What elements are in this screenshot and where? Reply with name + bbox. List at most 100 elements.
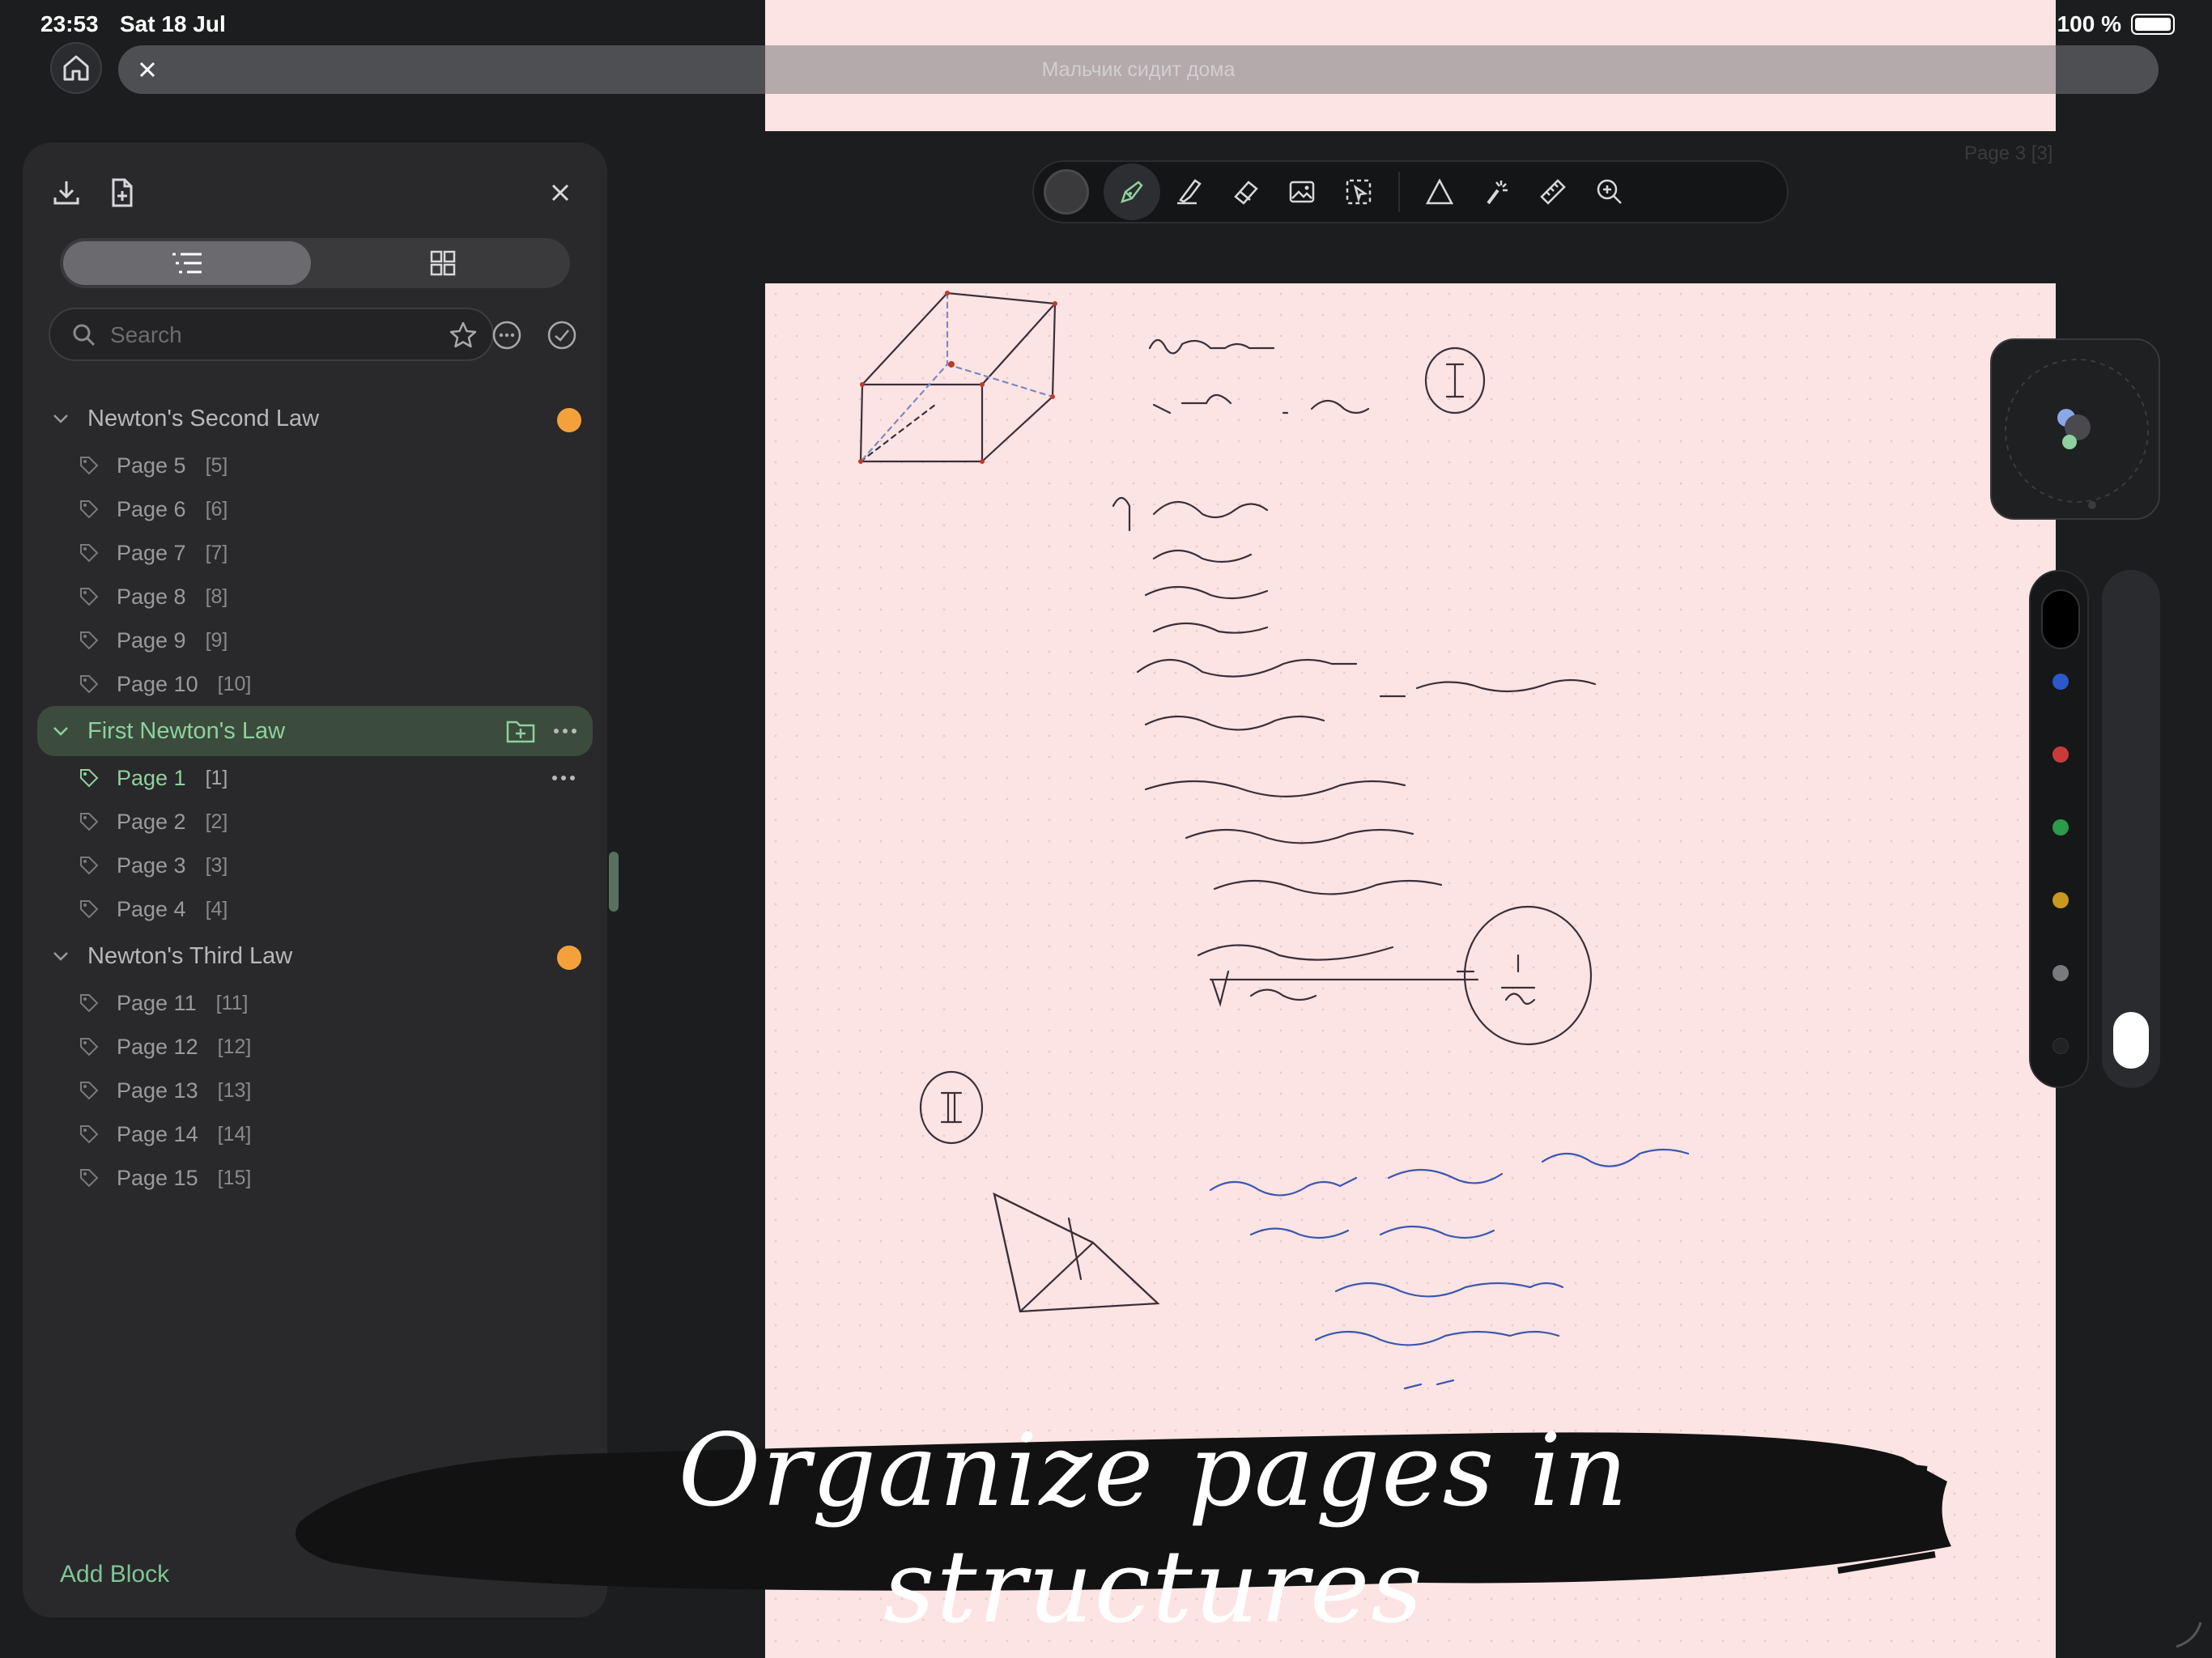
- color-dark[interactable]: [2052, 1038, 2069, 1054]
- page-number: [10]: [217, 672, 252, 695]
- group-color-dot: [557, 946, 581, 970]
- page-item[interactable]: Page 15 [15]: [23, 1156, 607, 1200]
- page-label: Page 14: [117, 1121, 198, 1146]
- page-label: Page 13: [117, 1078, 198, 1103]
- search-input[interactable]: [110, 317, 418, 353]
- tag-icon: [78, 991, 102, 1015]
- more-options-button[interactable]: [487, 316, 526, 355]
- download-icon: [53, 181, 79, 205]
- home-button[interactable]: [50, 42, 102, 94]
- color-black-selected[interactable]: [2041, 589, 2080, 649]
- tag-icon: [78, 1166, 102, 1190]
- chevron-down-icon[interactable]: [52, 946, 71, 966]
- page-item[interactable]: Page 2 [2]: [23, 800, 607, 844]
- group-color-dot: [557, 408, 581, 432]
- group-title: Newton's Third Law: [87, 942, 293, 969]
- tag-icon: [78, 1078, 102, 1103]
- add-block-button[interactable]: Add Block: [60, 1561, 169, 1588]
- close-sidebar-button[interactable]: [541, 173, 580, 212]
- tag-icon: [78, 1035, 102, 1059]
- eraser-tool-button[interactable]: [1217, 164, 1274, 220]
- add-folder-button[interactable]: [505, 717, 536, 751]
- close-document-button[interactable]: [128, 50, 167, 89]
- select-mode-button[interactable]: [542, 316, 581, 355]
- group-first-newtons-law[interactable]: First Newton's Law: [37, 706, 593, 756]
- page-item[interactable]: Page 14 [14]: [23, 1112, 607, 1156]
- color-wheel-icon: [2005, 359, 2149, 509]
- page-label: Page 1: [117, 765, 186, 790]
- page-item[interactable]: Page 12 [12]: [23, 1025, 607, 1069]
- radial-color-picker[interactable]: [1990, 338, 2160, 520]
- add-document-icon: [112, 178, 133, 207]
- add-folder-icon: [506, 721, 535, 743]
- highlighter-icon: [1177, 179, 1202, 205]
- drawing-toolbar: [1032, 160, 1789, 223]
- page-item[interactable]: Page 11 [11]: [23, 981, 607, 1025]
- page-label: Page 11: [117, 990, 197, 1015]
- sidebar-resize-handle[interactable]: [609, 852, 619, 912]
- app-screen: 23:53 Sat 18 Jul 100 % Мальчик сидит дом…: [0, 0, 2212, 1658]
- color-yellow[interactable]: [2052, 892, 2069, 908]
- favorite-star-icon[interactable]: [447, 319, 479, 351]
- page-label: Page 10: [117, 671, 198, 696]
- eraser-icon: [1234, 181, 1258, 205]
- document-title-bar[interactable]: Мальчик сидит дома: [118, 45, 2159, 94]
- color-gray[interactable]: [2052, 965, 2069, 981]
- page-item[interactable]: Page 9 [9]: [23, 619, 607, 662]
- tag-icon: [78, 853, 102, 878]
- page-item[interactable]: Page 7 [7]: [23, 531, 607, 575]
- page-number: [11]: [215, 991, 249, 1014]
- ellipsis-circle-icon: [492, 321, 521, 350]
- grid-view-button[interactable]: [319, 241, 567, 285]
- lasso-select-tool-button[interactable]: [1330, 164, 1387, 220]
- group-newtons-second-law[interactable]: Newton's Second Law: [23, 393, 607, 444]
- color-red[interactable]: [2052, 746, 2069, 763]
- page-item[interactable]: Page 6 [6]: [23, 487, 607, 531]
- image-tool-button[interactable]: [1274, 164, 1330, 220]
- tag-icon: [78, 585, 102, 609]
- slider-thumb[interactable]: [2113, 1012, 2149, 1069]
- group-newtons-third-law[interactable]: Newton's Third Law: [23, 931, 607, 981]
- color-green[interactable]: [2052, 819, 2069, 835]
- export-button[interactable]: [47, 173, 86, 212]
- current-color-swatch[interactable]: [1044, 169, 1089, 215]
- page-number: [14]: [217, 1122, 252, 1146]
- view-mode-segment: [60, 238, 570, 288]
- shape-tool-button[interactable]: [1411, 164, 1468, 220]
- page-number: [3]: [205, 853, 228, 877]
- page-item[interactable]: Page 10 [10]: [23, 662, 607, 706]
- triangle-shape-icon: [1425, 178, 1454, 205]
- checkmark-circle-icon: [547, 321, 576, 350]
- chevron-down-icon[interactable]: [52, 721, 71, 741]
- page-label: Page 3: [117, 852, 186, 878]
- zoom-tool-button[interactable]: [1581, 164, 1638, 220]
- page-item[interactable]: Page 13 [13]: [23, 1069, 607, 1112]
- page-number: [4]: [205, 897, 228, 920]
- color-blue[interactable]: [2052, 674, 2069, 690]
- ruler-tool-button[interactable]: [1525, 164, 1581, 220]
- group-more-button[interactable]: [554, 729, 576, 733]
- tag-icon: [78, 766, 102, 790]
- new-page-button[interactable]: [102, 173, 141, 212]
- page-more-button[interactable]: [552, 776, 575, 780]
- laser-pointer-tool-button[interactable]: [1468, 164, 1525, 220]
- page-label: Page 15: [117, 1165, 198, 1190]
- color-palette: [2029, 570, 2089, 1088]
- pen-tool-button[interactable]: [1104, 164, 1160, 220]
- page-label: Page 4: [117, 896, 186, 921]
- chevron-down-icon[interactable]: [52, 409, 71, 428]
- document-title: Мальчик сидит дома: [1041, 57, 1236, 81]
- tag-icon: [78, 541, 102, 565]
- page-item[interactable]: Page 5 [5]: [23, 444, 607, 487]
- list-view-button[interactable]: [63, 241, 311, 285]
- grid-icon: [430, 250, 456, 276]
- home-icon: [63, 55, 89, 81]
- page-item[interactable]: Page 3 [3]: [23, 844, 607, 887]
- page-item[interactable]: Page 4 [4]: [23, 887, 607, 931]
- page-item[interactable]: Page 8 [8]: [23, 575, 607, 619]
- page-number: [5]: [205, 453, 228, 477]
- laser-pointer-icon: [1487, 181, 1508, 205]
- stroke-width-slider[interactable]: [2102, 570, 2160, 1088]
- page-item-selected[interactable]: Page 1 [1]: [23, 756, 607, 800]
- highlighter-tool-button[interactable]: [1160, 164, 1217, 220]
